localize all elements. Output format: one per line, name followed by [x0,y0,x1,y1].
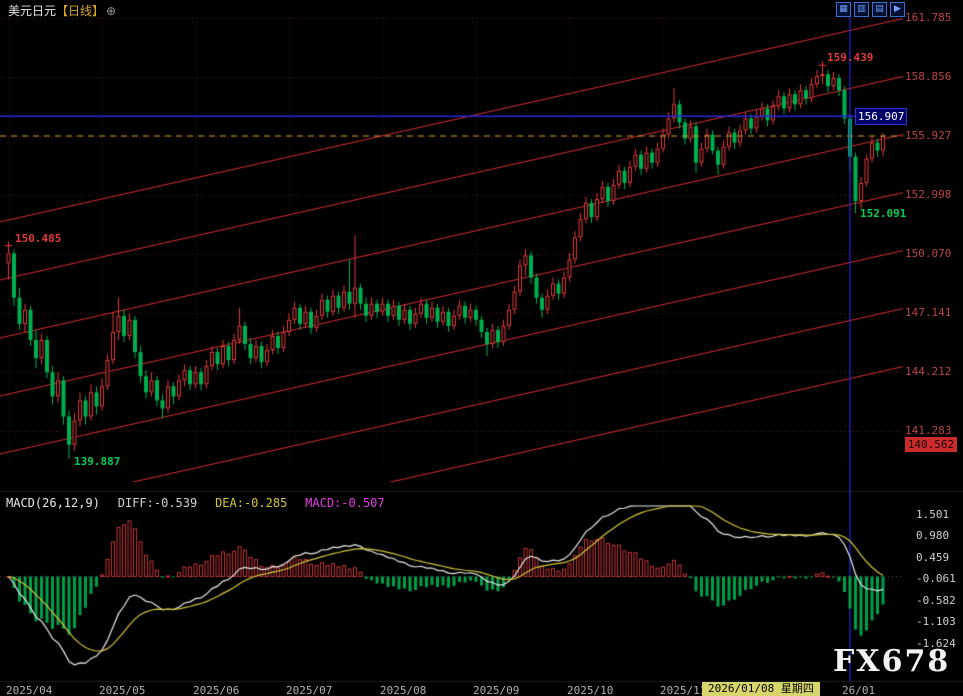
macd-tick-label: 0.459 [916,551,949,564]
price-annotation: 139.887 [74,455,120,468]
time-tick-label: 2025/11 [660,684,706,696]
macd-tick-label: 1.501 [916,508,949,521]
macd-header: MACD(26,12,9) DIFF:-0.539 DEA:-0.285 MAC… [6,496,399,510]
period-badge[interactable]: 【日线】 [56,4,104,18]
crosshair-date-label: 2026/01/08 星期四 [702,682,820,696]
price-tick-label: 155.927 [905,129,951,142]
time-tick-label: 26/01 [842,684,875,696]
macd-dea-value: DEA:-0.285 [215,496,287,510]
price-tick-label: 152.998 [905,188,951,201]
price-annotation: 152.091 [860,207,906,220]
time-tick-label: 2025/08 [380,684,426,696]
macd-diff-value: DIFF:-0.539 [118,496,197,510]
time-tick-label: 2025/06 [193,684,239,696]
time-tick-label: 2025/05 [99,684,145,696]
price-tick-label: 158.856 [905,70,951,83]
macd-tick-label: 0.980 [916,529,949,542]
macd-tick-label: -0.582 [916,594,956,607]
brand-watermark: FX678 [833,644,950,679]
add-indicator-icon[interactable]: ⊕ [106,4,116,18]
price-tick-label: 141.283 [905,424,951,437]
chart-title: 美元日元【日线】⊕ [8,2,116,19]
candlestick-chart-canvas[interactable] [0,0,963,696]
time-tick-label: 2025/04 [6,684,52,696]
macd-tick-label: -0.061 [916,572,956,585]
crosshair-price-label: 156.907 [855,108,907,125]
time-tick-label: 2025/09 [473,684,519,696]
price-annotation: 150.485 [15,232,61,245]
macd-params-label[interactable]: MACD(26,12,9) [6,496,100,510]
dual-window-icon[interactable]: ▥ [854,2,869,17]
price-annotation: 159.439 [827,51,873,64]
chart-toolbar: ▦ ▥ ▤ ▶ [836,2,905,17]
symbol-title: 美元日元 [8,4,56,18]
forward-icon[interactable]: ▶ [890,2,905,17]
time-tick-label: 2025/10 [567,684,613,696]
price-tick-label: 147.141 [905,306,951,319]
quad-window-icon[interactable]: ▦ [836,2,851,17]
price-tick-label: 161.785 [905,11,951,24]
list-window-icon[interactable]: ▤ [872,2,887,17]
time-tick-label: 2025/07 [286,684,332,696]
scale-min-label: 140.562 [905,437,957,452]
price-tick-label: 150.070 [905,247,951,260]
chart-window: 美元日元【日线】⊕ ▦ ▥ ▤ ▶ 161.785 158.856 155.927 1… [0,0,963,696]
macd-macd-value: MACD:-0.507 [305,496,384,510]
price-tick-label: 144.212 [905,365,951,378]
macd-tick-label: -1.103 [916,615,956,628]
